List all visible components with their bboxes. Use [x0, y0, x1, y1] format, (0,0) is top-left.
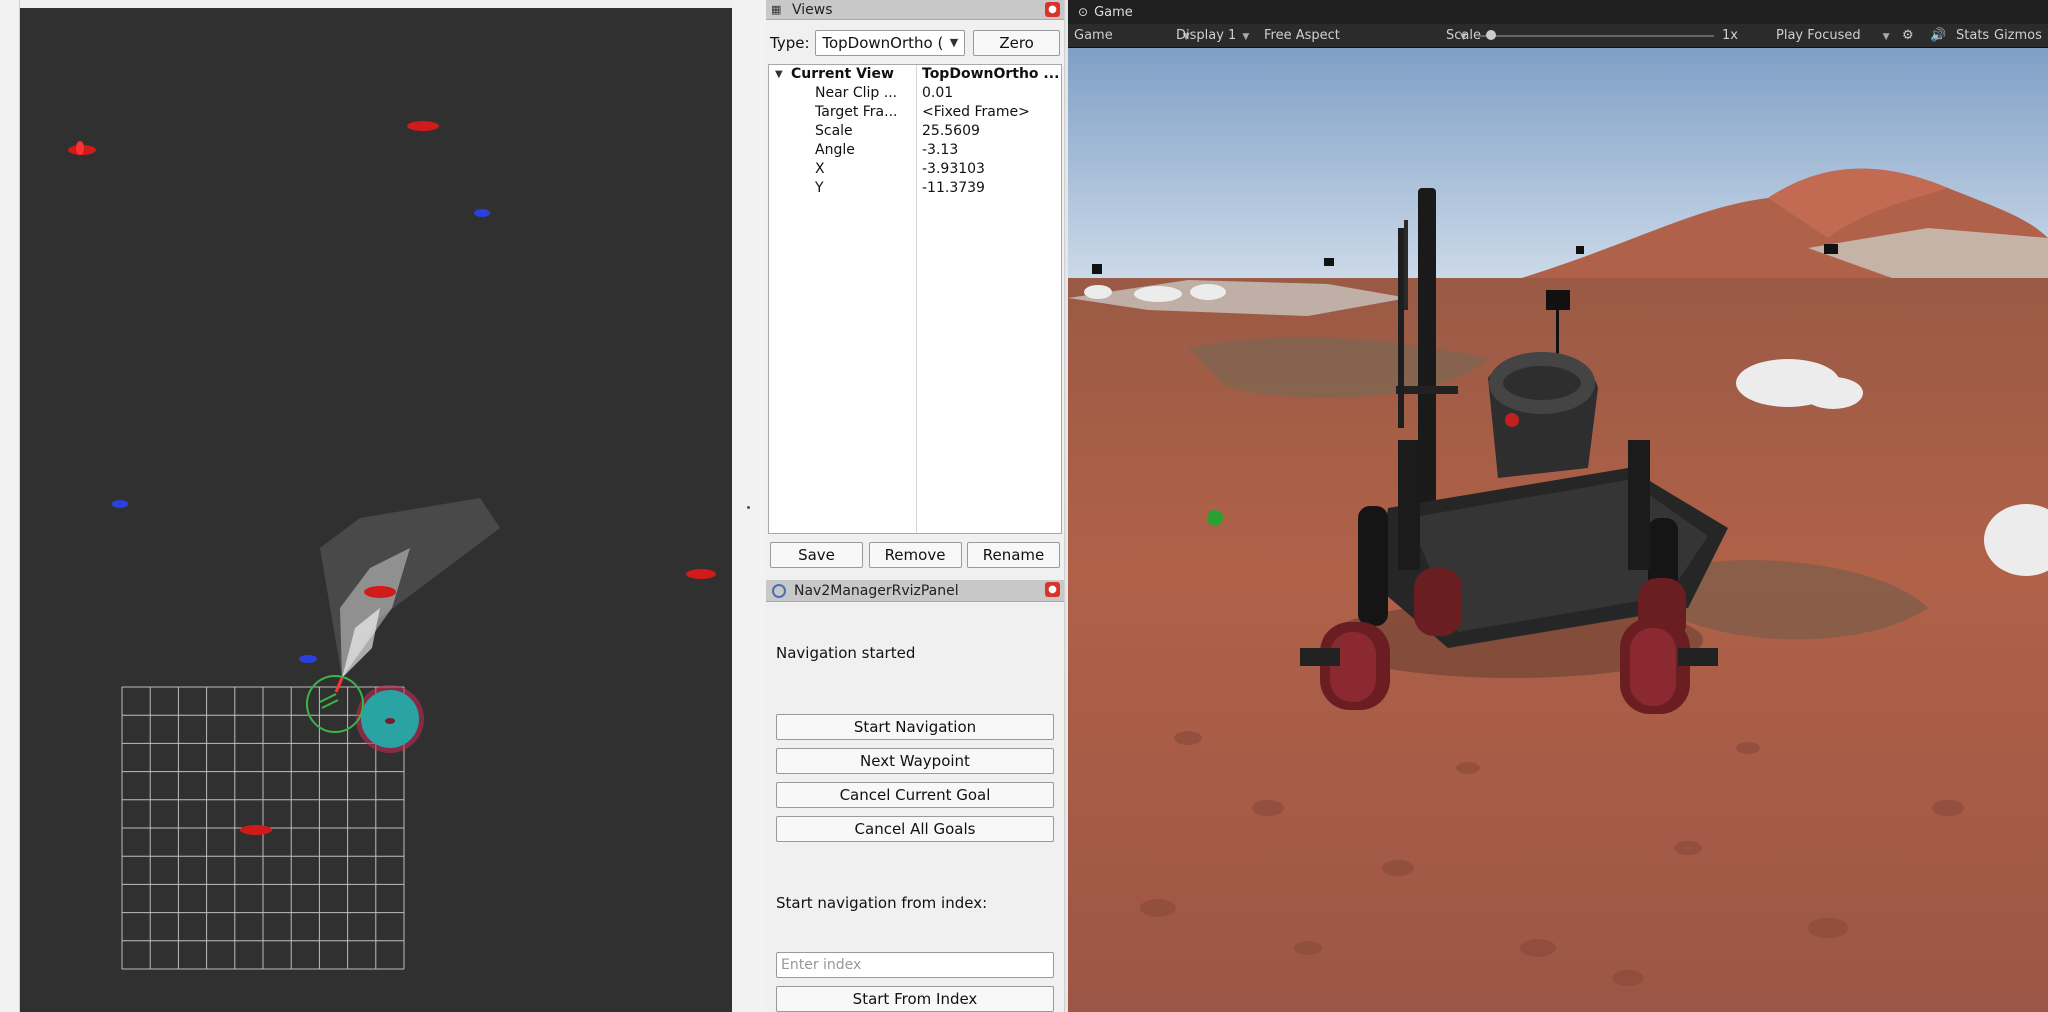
rviz-3d-view[interactable]: [20, 8, 732, 1012]
aspect-dropdown[interactable]: Free Aspect ▼: [1264, 28, 1467, 43]
start-index-label: Start navigation from index:: [776, 894, 988, 912]
property-scale[interactable]: Scale 25.5609: [769, 122, 1061, 141]
nav2-title: Nav2ManagerRvizPanel: [794, 582, 959, 599]
close-icon[interactable]: ●: [1045, 2, 1060, 17]
view-type-row: Type: TopDownOrtho ( ▼ Zero: [770, 30, 1060, 56]
game-tab-bar: ⊙ Game: [1068, 0, 2048, 24]
marker-red-1: [68, 141, 96, 155]
tree-expand-icon[interactable]: ▼: [775, 65, 783, 84]
type-label: Type:: [770, 34, 810, 52]
remove-view-button[interactable]: Remove: [868, 542, 962, 568]
laser-scan: [320, 498, 500, 678]
property-near-clip[interactable]: Near Clip ... 0.01: [769, 84, 1061, 103]
window-left-edge: [0, 0, 20, 1012]
marker-blue-1: [474, 209, 490, 217]
screen: ▦ Views ● Type: TopDownOrtho ( ▼ Zero ▼ …: [0, 0, 2048, 1012]
cancel-current-goal-button[interactable]: Cancel Current Goal: [776, 782, 1054, 808]
views-panel: ▦ Views ● Type: TopDownOrtho ( ▼ Zero ▼ …: [766, 0, 1064, 580]
marker-red-5: [240, 825, 272, 835]
zero-button[interactable]: Zero: [973, 30, 1060, 56]
next-waypoint-button[interactable]: Next Waypoint: [776, 748, 1054, 774]
navigation-status: Navigation started: [776, 644, 916, 662]
chevron-down-icon: ▼: [1242, 32, 1250, 42]
panel-grid-icon: ▦: [771, 2, 782, 16]
goal-marker: [356, 685, 424, 753]
scale-slider-track[interactable]: [1478, 35, 1714, 37]
view-type-dropdown[interactable]: TopDownOrtho ( ▼: [815, 30, 966, 56]
scale-slider-handle[interactable]: [1486, 30, 1496, 40]
property-y[interactable]: Y -11.3739: [769, 179, 1061, 198]
chevron-down-icon: ▼: [949, 36, 959, 49]
marker-blue-3: [299, 655, 317, 663]
chevron-down-icon: ▼: [1882, 32, 1890, 42]
nav2-manager-panel: Nav2ManagerRvizPanel ● Navigation starte…: [766, 580, 1064, 1012]
start-index-input[interactable]: [776, 952, 1054, 978]
cancel-all-goals-button[interactable]: Cancel All Goals: [776, 816, 1054, 842]
current-view-value: TopDownOrtho ...: [922, 66, 1060, 82]
gamepad-icon: ⊙: [1078, 5, 1089, 19]
rviz-scene[interactable]: [20, 8, 732, 1012]
property-angle[interactable]: Angle -3.13: [769, 141, 1061, 160]
robot-footprint: [306, 675, 364, 733]
start-from-index-button[interactable]: Start From Index: [776, 986, 1054, 1012]
views-title: Views: [792, 1, 833, 18]
current-view-row[interactable]: ▼ Current View TopDownOrtho ...: [769, 65, 1061, 84]
display-dropdown[interactable]: Display 1 ▼: [1176, 28, 1249, 43]
play-mode-dropdown[interactable]: Play Focused ▼: [1776, 28, 1890, 43]
game-view-dropdown[interactable]: Game ▼: [1074, 28, 1190, 43]
view-properties-tree[interactable]: ▼ Current View TopDownOrtho ... Near Cli…: [768, 64, 1062, 534]
gizmos-button[interactable]: Gizmos: [1994, 28, 2042, 43]
close-icon[interactable]: ●: [1045, 582, 1060, 597]
property-target-frame[interactable]: Target Fra... <Fixed Frame>: [769, 103, 1061, 122]
stats-button[interactable]: Stats: [1956, 28, 1989, 43]
game-tab-title[interactable]: Game: [1094, 5, 1133, 20]
marker-red-3: [686, 569, 716, 579]
rename-view-button[interactable]: Rename: [967, 542, 1060, 568]
speaker-icon[interactable]: 🔊: [1930, 28, 1946, 43]
nav2-titlebar[interactable]: Nav2ManagerRvizPanel ●: [766, 580, 1064, 602]
views-button-row: Save Remove Rename: [770, 542, 1060, 568]
gear-icon[interactable]: ⚙: [1902, 28, 1914, 43]
marker-red-2: [407, 121, 439, 131]
marker-blue-2: [112, 500, 128, 508]
views-titlebar[interactable]: ▦ Views ●: [766, 0, 1064, 20]
green-waypoint: [1207, 510, 1223, 526]
game-toolbar: Game ▼ Display 1 ▼ Free Aspect ▼ Scale 1x P…: [1068, 24, 2048, 48]
circle-plugin-icon: [772, 583, 786, 598]
save-view-button[interactable]: Save: [770, 542, 863, 568]
game-window: ⊙ Game Game ▼ Display 1 ▼ Free Aspect ▼ Sca…: [1068, 0, 2048, 1012]
scale-label: Scale: [1446, 28, 1481, 43]
game-scene[interactable]: [1068, 48, 2048, 1012]
marker-red-4: [364, 586, 396, 598]
current-view-name: Current View: [791, 66, 894, 82]
start-navigation-button[interactable]: Start Navigation: [776, 714, 1054, 740]
property-x[interactable]: X -3.93103: [769, 160, 1061, 179]
scale-value: 1x: [1722, 28, 1738, 43]
panel-splitter[interactable]: [732, 0, 766, 1012]
view-type-value: TopDownOrtho (: [822, 34, 944, 52]
